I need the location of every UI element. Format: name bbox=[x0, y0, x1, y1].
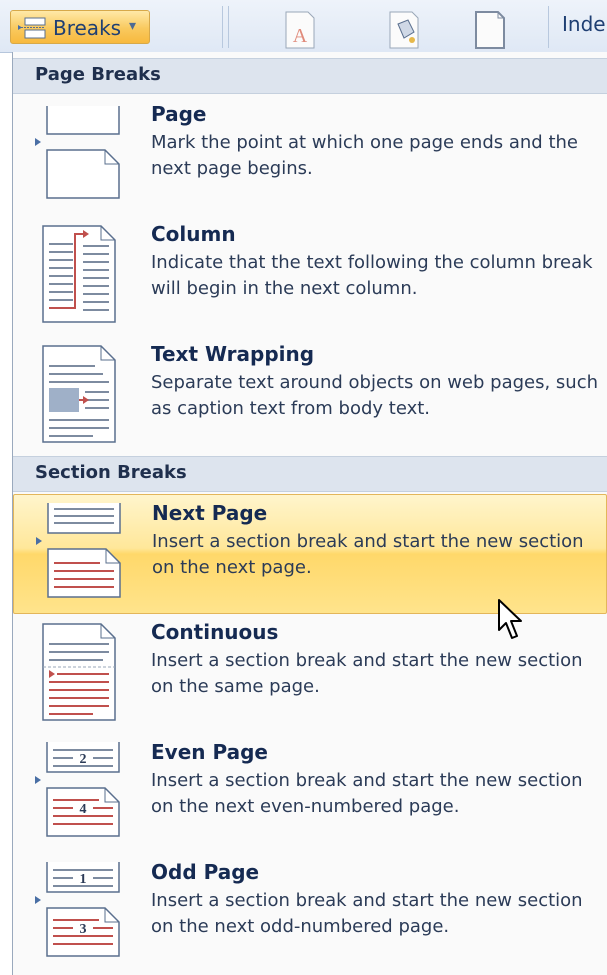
even-page-icon: 2 4 bbox=[35, 742, 120, 837]
page-number: 4 bbox=[80, 802, 87, 817]
continuous-icon bbox=[42, 623, 116, 721]
item-description: Insert a section break and start the new… bbox=[151, 890, 583, 937]
ribbon-separator bbox=[548, 6, 549, 48]
mouse-pointer-icon bbox=[498, 599, 522, 639]
item-title: Odd Page bbox=[151, 860, 260, 884]
item-description: Separate text around objects on web page… bbox=[151, 372, 599, 419]
breaks-icon bbox=[18, 17, 46, 39]
menu-item-next-page[interactable]: Next Page Insert a section break and sta… bbox=[13, 494, 607, 614]
page-number: 3 bbox=[80, 922, 87, 937]
item-title: Even Page bbox=[151, 740, 268, 764]
section-header-page-breaks: Page Breaks bbox=[13, 58, 607, 94]
item-description: Mark the point at which one page ends an… bbox=[151, 132, 578, 179]
page-break-icon bbox=[35, 106, 120, 199]
page-borders-icon[interactable] bbox=[470, 10, 510, 50]
item-description: Insert a section break and start the new… bbox=[151, 770, 583, 817]
menu-item-odd-page[interactable]: 1 3 Odd Page Insert a section break and … bbox=[13, 854, 607, 974]
item-title: Column bbox=[151, 222, 236, 246]
section-header-section-breaks: Section Breaks bbox=[13, 456, 607, 492]
ribbon-separator bbox=[222, 6, 223, 48]
ribbon-separator bbox=[228, 6, 229, 48]
item-description: Insert a section break and start the new… bbox=[151, 650, 583, 697]
menu-item-column[interactable]: Column Indicate that the text following … bbox=[13, 216, 607, 336]
menu-item-page[interactable]: Page Mark the point at which one page en… bbox=[13, 96, 607, 216]
page-number: 1 bbox=[80, 872, 87, 887]
breaks-dropdown-menu: Page Breaks Page Mark the point at which… bbox=[12, 52, 607, 975]
item-title: Page bbox=[151, 102, 207, 126]
odd-page-icon: 1 3 bbox=[35, 862, 120, 957]
next-page-icon bbox=[36, 503, 121, 598]
item-description: Insert a section break and start the new… bbox=[152, 531, 584, 578]
item-description: Indicate that the text following the col… bbox=[151, 252, 593, 299]
watermark-icon[interactable]: A bbox=[280, 10, 320, 50]
page-number: 2 bbox=[80, 752, 87, 767]
chevron-down-icon: ▾ bbox=[129, 18, 137, 34]
item-title: Text Wrapping bbox=[151, 342, 315, 366]
page-color-icon[interactable] bbox=[384, 10, 424, 50]
breaks-label: Breaks bbox=[53, 16, 122, 40]
header-label: Section Breaks bbox=[35, 462, 187, 483]
menu-item-text-wrapping[interactable]: Text Wrapping Separate text around objec… bbox=[13, 336, 607, 456]
header-label: Page Breaks bbox=[35, 64, 161, 85]
item-title: Next Page bbox=[152, 501, 268, 525]
indent-label: Inde bbox=[562, 12, 606, 36]
svg-text:A: A bbox=[293, 25, 308, 47]
ribbon-toolbar: Breaks ▾ A Inde bbox=[0, 0, 607, 53]
item-title: Continuous bbox=[151, 620, 279, 644]
column-break-icon bbox=[42, 225, 116, 323]
breaks-button[interactable]: Breaks ▾ bbox=[10, 10, 150, 44]
menu-item-even-page[interactable]: 2 4 Even Page Insert a section break and… bbox=[13, 734, 607, 854]
text-wrapping-icon bbox=[42, 345, 116, 443]
